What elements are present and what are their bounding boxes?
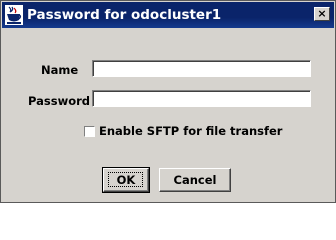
close-button[interactable]: × bbox=[314, 7, 330, 21]
name-field[interactable] bbox=[92, 60, 311, 77]
window-title: Password for odocluster1 bbox=[27, 7, 222, 23]
focus-indicator bbox=[108, 172, 143, 187]
java-cup-icon bbox=[5, 5, 23, 25]
ok-button[interactable]: OK bbox=[103, 168, 149, 192]
sftp-checkbox[interactable] bbox=[84, 126, 95, 137]
cancel-button[interactable]: Cancel bbox=[159, 168, 231, 192]
name-label: Name bbox=[41, 63, 79, 77]
password-dialog: Password for odocluster1 × Name Password… bbox=[0, 0, 336, 203]
password-label: Password bbox=[28, 94, 90, 108]
cancel-button-label: Cancel bbox=[173, 173, 217, 187]
close-icon: × bbox=[317, 7, 327, 20]
password-field[interactable] bbox=[92, 90, 311, 107]
title-bar[interactable]: Password for odocluster1 × bbox=[2, 2, 334, 28]
sftp-checkbox-label[interactable]: Enable SFTP for file transfer bbox=[99, 124, 282, 138]
